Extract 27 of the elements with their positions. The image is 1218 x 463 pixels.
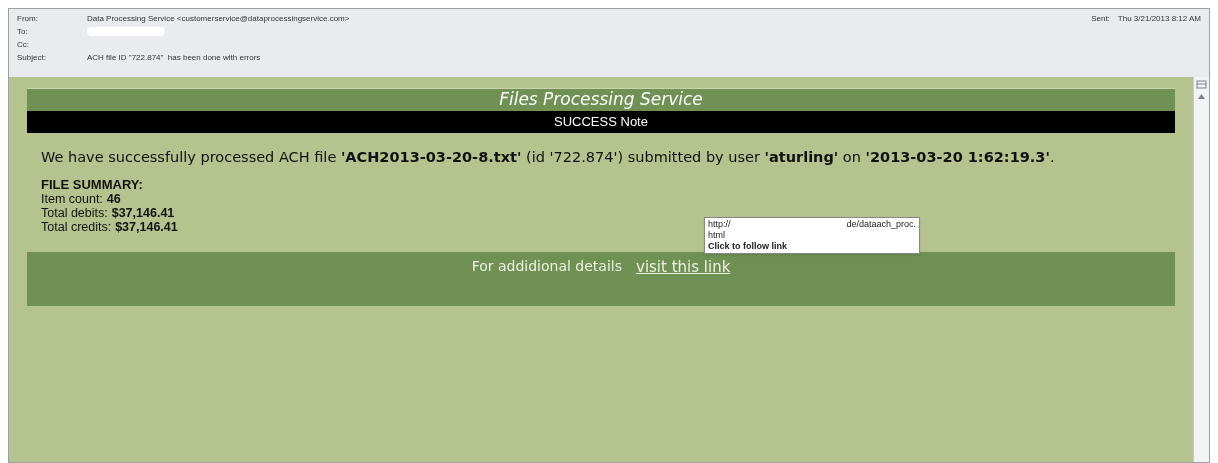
summary-value: 46: [106, 191, 121, 206]
tooltip-url-line: html: [708, 230, 726, 241]
field-value: ACH file ID "722.874" has been done with errors: [87, 51, 261, 64]
scroll-up-icon[interactable]: [1196, 92, 1207, 101]
title-bar: Files Processing Service: [27, 88, 1175, 111]
summary-label: Total credits:: [41, 219, 112, 234]
summary-label: Total debits:: [41, 205, 108, 220]
note-bar: SUCCESS Note: [27, 111, 1175, 133]
summary-value: $37,146.41: [115, 219, 178, 234]
field-label: To:: [17, 25, 29, 38]
tooltip-url-end: de/dataach_proc.: [846, 219, 916, 230]
field-label: Subject:: [17, 51, 47, 64]
summary-value: $37,146.41: [111, 205, 175, 220]
details-link[interactable]: visit this link: [636, 255, 731, 306]
tooltip-hint: Click to follow link: [708, 241, 788, 252]
layout-icon[interactable]: [1196, 79, 1207, 90]
message-text: We have successfully processed ACH file 'ACH2013-03-20-8.txt' (id '722.874') submitted by user 'aturling' on '2013-03-20 1:62:19.3'.: [41, 149, 1055, 165]
tooltip-url-start: http://: [708, 219, 731, 230]
summary-label: Item count:: [41, 191, 103, 206]
field-value: Data Processing Service <customerservice@dataprocessingservice.com>: [87, 12, 350, 25]
sent-value: Thu 3/21/2013 8:12 AM: [1117, 12, 1201, 25]
field-label: Cc:: [17, 38, 30, 51]
footer-text: For addidional details: [471, 256, 622, 276]
scrollbar[interactable]: [1193, 77, 1209, 462]
sent-label: Sent:: [1091, 12, 1110, 25]
field-label: From:: [17, 12, 39, 25]
summary-title: FILE SUMMARY:: [41, 177, 144, 192]
